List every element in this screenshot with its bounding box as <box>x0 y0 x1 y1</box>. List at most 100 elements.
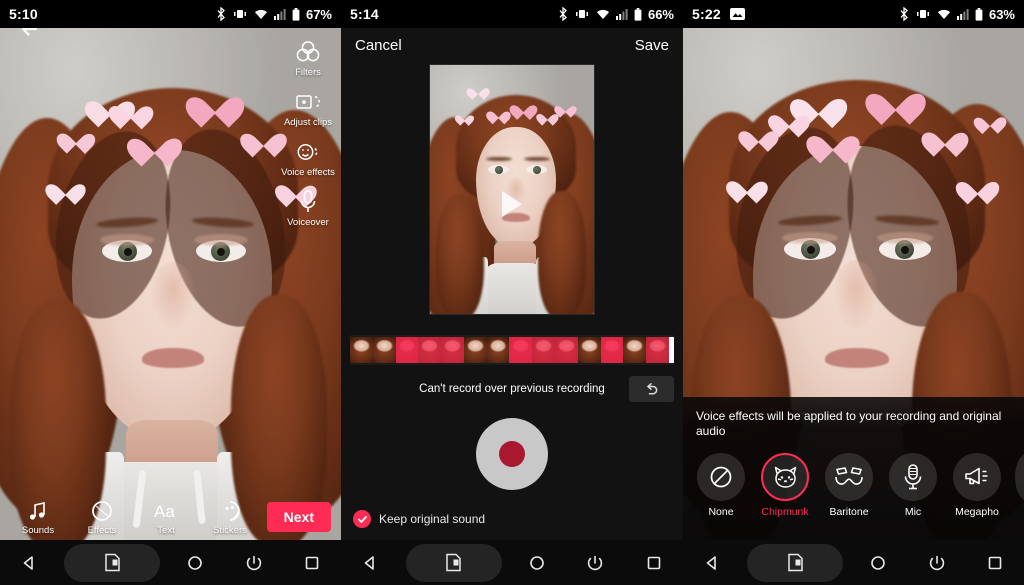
timeline-frame <box>372 337 396 363</box>
status-time: 5:10 <box>9 6 38 22</box>
voice-effects-note: Voice effects will be applied to your re… <box>696 409 1002 438</box>
nav-recents-button[interactable] <box>972 548 1018 578</box>
nav-back-button[interactable] <box>347 548 393 578</box>
nav-power-button[interactable] <box>231 548 277 578</box>
timeline-recorded-segment <box>418 337 442 363</box>
three-panel-screenshot-strip: 5:10 67% Filters Adjust clips Voice effe… <box>0 0 1024 585</box>
voice-effect-baritone[interactable]: Baritone <box>823 453 875 518</box>
voice-effect-chipmunk[interactable]: Chipmunk <box>759 453 811 518</box>
timeline-frame <box>577 337 601 363</box>
heart-sticker <box>733 172 761 198</box>
timeline-recorded-segment <box>395 337 419 363</box>
voice-effect-megaphone[interactable]: Megapho <box>951 453 1003 518</box>
nav-screenshot-button[interactable] <box>405 543 502 582</box>
voice-effect-label: Megapho <box>955 506 999 518</box>
timeline-frame <box>623 337 647 363</box>
bottom-item-label: Effects <box>87 525 117 536</box>
nav-screenshot-button[interactable] <box>747 543 844 582</box>
heart-sticker <box>248 123 279 152</box>
status-icons: 67% <box>216 7 332 22</box>
status-bar-2: 5:14 66% <box>341 0 683 28</box>
keep-original-sound-toggle[interactable]: Keep original sound <box>353 510 485 528</box>
bottom-item-label: Text <box>157 525 175 536</box>
nav-recents-button[interactable] <box>289 548 335 578</box>
voice-effect-next-partial[interactable] <box>1015 453 1024 501</box>
mustache-icon <box>825 453 873 501</box>
chipmunk-icon <box>761 453 809 501</box>
microphone-icon <box>294 188 322 216</box>
cancel-button[interactable]: Cancel <box>355 37 402 54</box>
nav-screenshot-icon <box>788 553 803 572</box>
battery-icon <box>292 7 300 21</box>
text-aa-icon: Aa <box>153 498 179 524</box>
nav-back-triangle-icon <box>706 555 716 570</box>
rail-label: Filters <box>295 67 321 78</box>
timeline-frame <box>463 337 487 363</box>
nav-home-circle-icon <box>871 555 886 570</box>
voice-effects-icon <box>294 138 322 166</box>
clip-timeline[interactable] <box>350 335 674 365</box>
stickers-icon <box>217 498 243 524</box>
nav-recents-button[interactable] <box>631 548 677 578</box>
filters-icon <box>294 38 322 66</box>
rail-label: Voiceover <box>287 217 329 228</box>
record-button[interactable] <box>476 418 548 490</box>
bottom-item-effects[interactable]: Effects <box>70 498 134 536</box>
nav-home-button[interactable] <box>514 548 560 578</box>
bottom-item-text[interactable]: Aa Text <box>134 498 198 536</box>
rail-item-voiceover[interactable]: Voiceover <box>277 188 339 228</box>
next-button[interactable]: Next <box>266 502 331 532</box>
bottom-item-sounds[interactable]: Sounds <box>6 498 70 536</box>
rail-item-adjust-clips[interactable]: Adjust clips <box>277 88 339 128</box>
wifi-icon <box>254 9 267 19</box>
bottom-item-stickers[interactable]: Stickers <box>198 498 262 536</box>
checkbox-checked[interactable] <box>353 510 371 528</box>
nav-back-button[interactable] <box>689 548 735 578</box>
recording-message-row: Can't record over previous recording <box>350 376 674 402</box>
timeline-recorded-segment <box>509 337 533 363</box>
nav-power-button[interactable] <box>914 548 960 578</box>
timeline-recorded-segment <box>441 337 464 363</box>
rail-item-filters[interactable]: Filters <box>277 38 339 78</box>
timeline-frame <box>350 337 373 363</box>
recording-message: Can't record over previous recording <box>419 383 605 395</box>
nav-recents-square-icon <box>647 556 661 569</box>
filmstrip[interactable] <box>350 337 669 363</box>
android-nav-bar-2 <box>341 540 683 585</box>
nav-power-icon <box>929 555 944 570</box>
video-preview[interactable] <box>429 64 595 315</box>
android-nav-bar-1 <box>0 540 341 585</box>
effects-icon <box>89 498 115 524</box>
timeline-playhead[interactable] <box>669 337 674 363</box>
heart-sticker <box>745 122 772 147</box>
nav-back-triangle-icon <box>23 555 33 570</box>
heart-sticker <box>875 80 916 117</box>
checkmark-icon <box>357 515 367 523</box>
undo-button[interactable] <box>629 376 674 402</box>
nav-screenshot-button[interactable] <box>64 543 161 582</box>
voice-effect-mic[interactable]: Mic <box>887 453 939 518</box>
voice-effect-label: Baritone <box>829 506 869 518</box>
heart-sticker <box>63 125 89 149</box>
save-button[interactable]: Save <box>635 37 669 54</box>
heart-sticker <box>136 126 173 160</box>
voice-effects-list: None Chipmunk Baritone Mic Megapho <box>683 439 1024 518</box>
vibrate-icon <box>575 10 588 18</box>
nav-recents-square-icon <box>305 556 319 569</box>
no-effect-icon <box>697 453 745 501</box>
status-icons: 66% <box>558 7 674 22</box>
nav-home-button[interactable] <box>855 548 901 578</box>
voice-effect-none[interactable]: None <box>695 453 747 518</box>
nav-screenshot-icon <box>105 553 120 572</box>
nav-power-button[interactable] <box>572 548 618 578</box>
undo-icon <box>646 382 658 394</box>
rail-item-voice-effects[interactable]: Voice effects <box>277 138 339 178</box>
nav-back-button[interactable] <box>6 548 52 578</box>
nav-home-button[interactable] <box>172 548 218 578</box>
bottom-item-label: Sounds <box>21 525 55 536</box>
play-overlay-icon <box>502 191 522 218</box>
wifi-icon <box>937 9 950 19</box>
adjust-clips-icon <box>294 88 322 116</box>
heart-sticker <box>514 99 533 116</box>
voice-effect-label: Mic <box>904 506 922 518</box>
